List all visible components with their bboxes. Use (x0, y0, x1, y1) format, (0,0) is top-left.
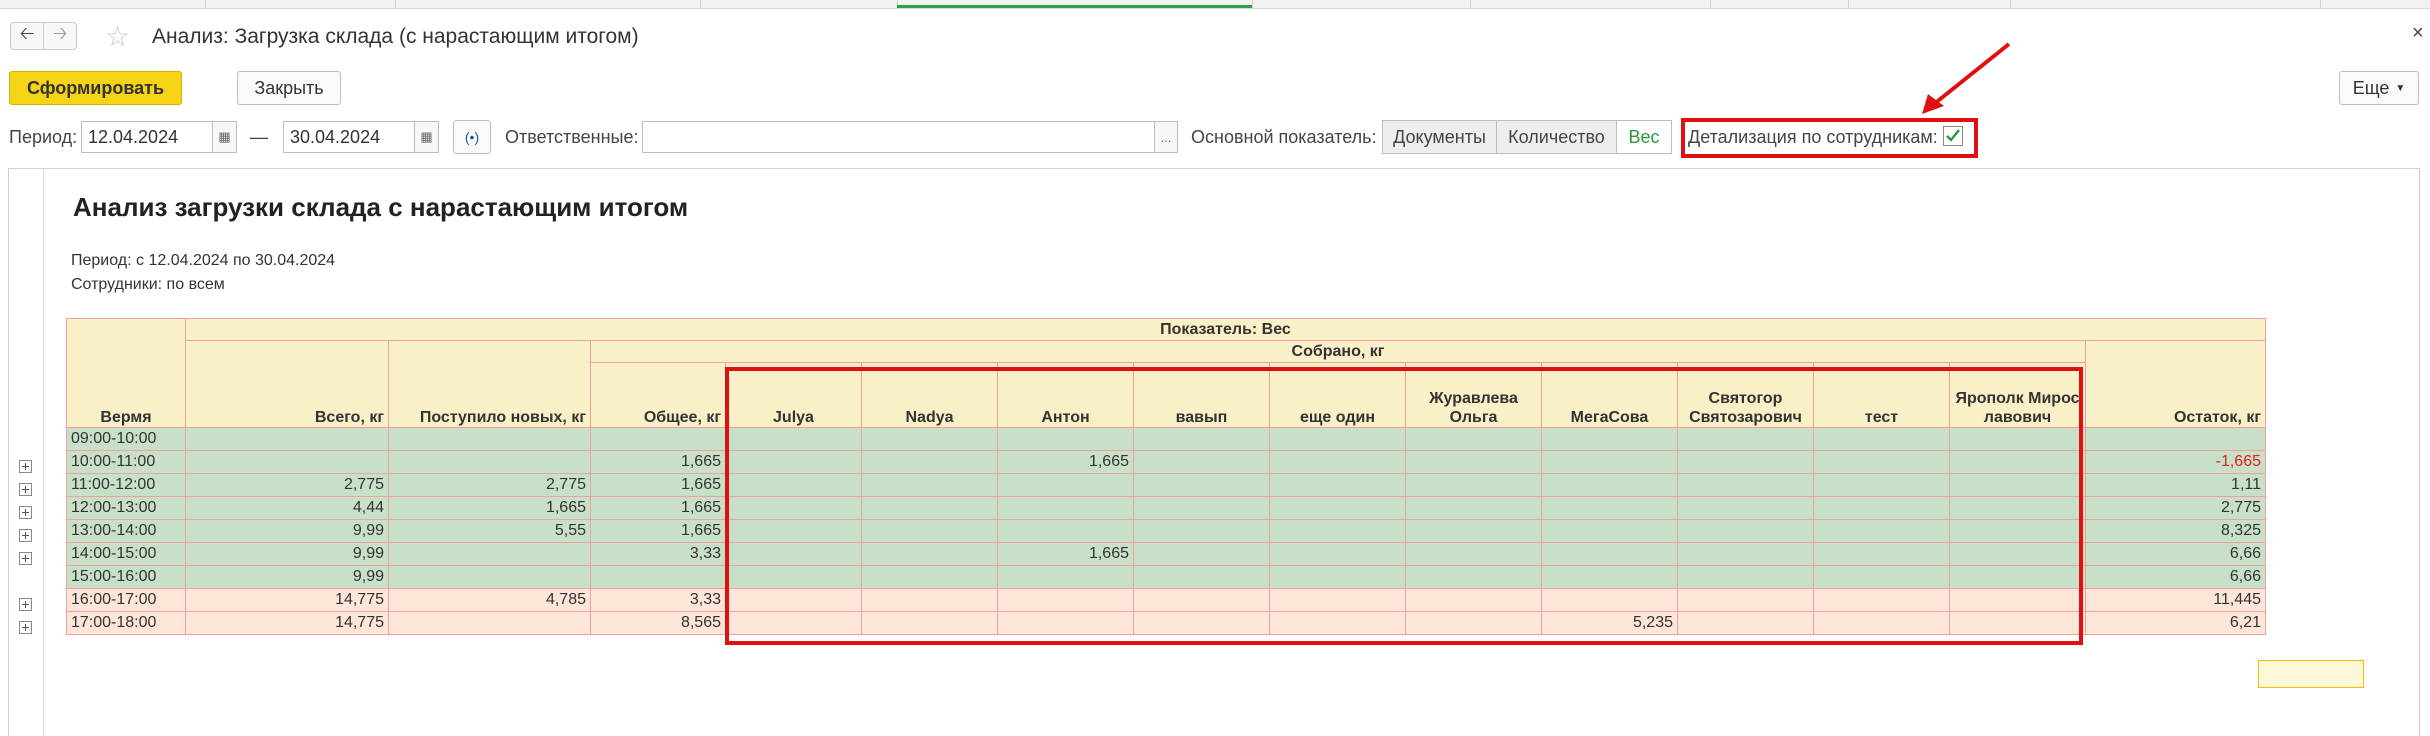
report-period: Период: с 12.04.2024 по 30.04.2024 (71, 252, 336, 269)
chevron-down-icon: ▼ (2395, 82, 2406, 94)
table-cell[interactable]: 1,665 (590, 519, 726, 543)
arrow-left-icon: 🡠 (19, 23, 35, 43)
indicator-header: Показатель: Вес (185, 318, 2266, 341)
table-cell[interactable]: 1,665 (590, 450, 726, 474)
table-cell[interactable]: 17:00-18:00 (66, 611, 186, 635)
indicator-label: Основной показатель: (1191, 127, 1377, 147)
expand-icon[interactable] (19, 506, 32, 519)
table-cell[interactable]: 14,775 (185, 611, 389, 635)
table-cell[interactable] (388, 611, 591, 635)
column-header-remainder: Остаток, кг (2085, 340, 2266, 428)
table-cell[interactable] (388, 450, 591, 474)
table-cell[interactable]: 11:00-12:00 (66, 473, 186, 497)
close-icon[interactable]: × (2412, 22, 2424, 45)
select-responsible-button[interactable]: ... (1154, 121, 1178, 153)
table-cell[interactable] (388, 427, 591, 451)
expand-icon[interactable] (19, 529, 32, 542)
table-cell[interactable]: 12:00-13:00 (66, 496, 186, 520)
table-cell[interactable]: 3,33 (590, 542, 726, 566)
report-employees: Сотрудники: по всем (71, 276, 225, 293)
indicator-option-weight[interactable]: Вес (1616, 120, 1672, 154)
more-button[interactable]: Еще ▼ (2339, 71, 2419, 105)
indicator-option-quantity[interactable]: Количество (1496, 120, 1617, 154)
table-cell[interactable]: 9,99 (185, 565, 389, 589)
table-cell[interactable]: 2,775 (2085, 496, 2266, 520)
calendar-icon[interactable]: ▦ (415, 121, 439, 153)
table-cell[interactable]: 11,445 (2085, 588, 2266, 612)
table-cell[interactable]: 1,665 (388, 496, 591, 520)
expand-icon[interactable] (19, 598, 32, 611)
period-dash: — (250, 127, 268, 147)
expand-icon[interactable] (19, 483, 32, 496)
table-cell[interactable]: 16:00-17:00 (66, 588, 186, 612)
table-cell[interactable] (590, 427, 726, 451)
date-from-field[interactable]: 12.04.2024 (81, 121, 213, 153)
responsible-field[interactable] (642, 121, 1177, 153)
table-cell[interactable]: 10:00-11:00 (66, 450, 186, 474)
star-icon[interactable]: ☆ (105, 20, 130, 53)
table-cell[interactable] (185, 427, 389, 451)
table-cell[interactable]: 5,55 (388, 519, 591, 543)
table-cell[interactable]: 2,775 (388, 473, 591, 497)
table-cell[interactable]: 8,565 (590, 611, 726, 635)
table-cell[interactable]: 2,775 (185, 473, 389, 497)
table-cell[interactable] (388, 542, 591, 566)
table-cell[interactable]: 1,11 (2085, 473, 2266, 497)
table-cell[interactable]: 3,33 (590, 588, 726, 612)
table-cell[interactable]: 6,66 (2085, 542, 2266, 566)
close-button[interactable]: Закрыть (237, 71, 341, 105)
table-cell[interactable]: 4,44 (185, 496, 389, 520)
table-cell[interactable]: 13:00-14:00 (66, 519, 186, 543)
table-cell[interactable]: 4,785 (388, 588, 591, 612)
table-cell[interactable]: 15:00-16:00 (66, 565, 186, 589)
column-header-total: Всего, кг (185, 340, 389, 428)
highlight-box-employees (725, 367, 2083, 645)
tab-strip (0, 0, 2430, 9)
column-header-time: Вермя (66, 318, 186, 428)
calendar-icon[interactable]: ▦ (213, 121, 237, 153)
table-cell[interactable] (590, 565, 726, 589)
table-cell[interactable]: 1,665 (590, 473, 726, 497)
back-button[interactable]: 🡠 (10, 22, 44, 50)
table-cell[interactable]: -1,665 (2085, 450, 2266, 474)
period-select-icon[interactable]: (•) (453, 120, 491, 154)
expand-icon[interactable] (19, 621, 32, 634)
generate-button[interactable]: Сформировать (9, 71, 182, 105)
table-cell[interactable]: 1,665 (590, 496, 726, 520)
annotation-arrow (1922, 42, 2011, 114)
table-cell[interactable]: 9,99 (185, 519, 389, 543)
expand-icon[interactable] (19, 552, 32, 565)
collected-header: Собрано, кг (590, 340, 2086, 363)
table-cell[interactable]: 8,325 (2085, 519, 2266, 543)
indicator-option-documents[interactable]: Документы (1382, 120, 1497, 154)
date-to-field[interactable]: 30.04.2024 (283, 121, 415, 153)
table-cell[interactable]: 14,775 (185, 588, 389, 612)
responsible-label: Ответственные: (505, 127, 639, 147)
table-cell[interactable]: 6,21 (2085, 611, 2266, 635)
more-label: Еще (2352, 77, 2390, 98)
table-cell[interactable]: 09:00-10:00 (66, 427, 186, 451)
forward-button[interactable]: 🡢 (43, 22, 77, 50)
table-cell[interactable] (2085, 427, 2266, 451)
report-title: Анализ загрузки склада с нарастающим ито… (73, 192, 689, 222)
period-label: Период: (9, 127, 78, 147)
table-cell[interactable]: 9,99 (185, 542, 389, 566)
grouping-gutter (8, 168, 44, 736)
active-cell[interactable] (2258, 660, 2364, 688)
column-header-overall: Общее, кг (590, 362, 726, 428)
column-header-new: Поступило новых, кг (388, 340, 591, 428)
expand-icon[interactable] (19, 460, 32, 473)
active-tab-indicator (897, 5, 1252, 8)
table-cell[interactable] (185, 450, 389, 474)
table-cell[interactable]: 14:00-15:00 (66, 542, 186, 566)
table-cell[interactable] (388, 565, 591, 589)
table-cell[interactable]: 6,66 (2085, 565, 2266, 589)
window-title: Анализ: Загрузка склада (с нарастающим и… (152, 25, 639, 48)
window-title-bar: 🡠 🡢 ☆ Анализ: Загрузка склада (с нараста… (0, 18, 2430, 56)
arrow-right-icon: 🡢 (52, 23, 68, 43)
